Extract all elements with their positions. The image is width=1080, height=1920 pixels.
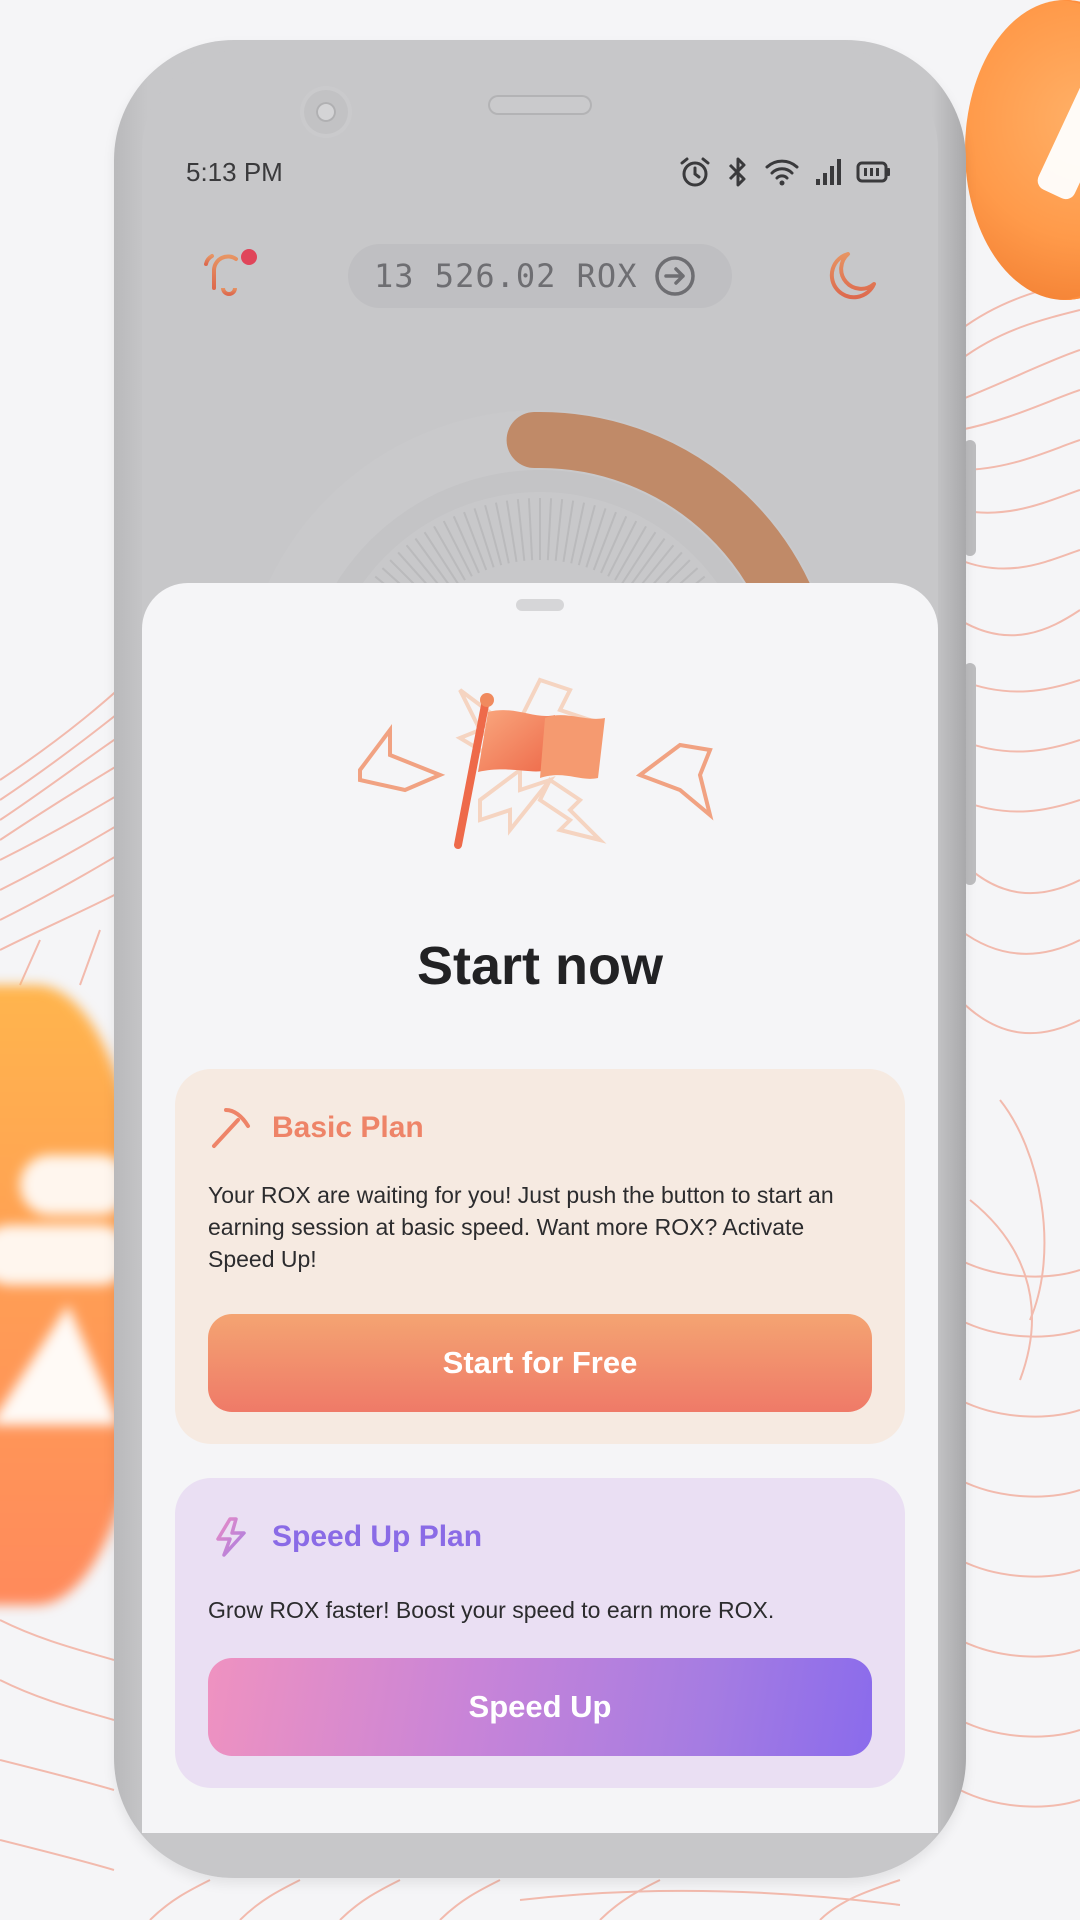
- arrow-right-circle-icon: [655, 256, 696, 296]
- flag-illustration: [358, 677, 714, 849]
- bluetooth-icon: [728, 157, 746, 187]
- signal-icon: [816, 159, 841, 185]
- lightning-left-icon: [358, 724, 446, 793]
- moon-icon: [829, 252, 876, 300]
- sheet-drag-handle[interactable]: [516, 599, 564, 611]
- lightning-icon: [216, 1517, 246, 1557]
- sheet-title: Start now: [416, 936, 663, 996]
- lightning-right-icon: [635, 742, 714, 821]
- balance-value: 13 526.02 ROX: [374, 257, 638, 295]
- unread-dot: [241, 249, 257, 265]
- pickaxe-icon: [212, 1108, 250, 1148]
- notifications-button[interactable]: [198, 244, 260, 306]
- speed-up-plan-card: Speed Up Plan Grow ROX faster! Boost you…: [175, 1478, 905, 1788]
- balance-pill[interactable]: 13 526.02 ROX: [348, 244, 732, 308]
- basic-plan-card: Basic Plan Your ROX are waiting for you!…: [175, 1069, 905, 1444]
- theme-toggle-button[interactable]: [818, 244, 882, 308]
- earpiece-speaker: [488, 95, 592, 115]
- lightning-outline-icon: [537, 777, 607, 844]
- wifi-icon: [765, 159, 799, 186]
- status-icons: [678, 155, 892, 189]
- alarm-icon: [680, 157, 710, 187]
- status-time: 5:13 PM: [186, 157, 283, 187]
- front-camera: [304, 90, 348, 134]
- speed-up-button[interactable]: Speed Up: [208, 1658, 872, 1756]
- basic-plan-description: Your ROX are waiting for you! Just push …: [208, 1182, 834, 1272]
- speed-up-plan-title: Speed Up Plan: [272, 1520, 483, 1553]
- basic-plan-title: Basic Plan: [272, 1111, 424, 1144]
- start-for-free-button[interactable]: Start for Free: [208, 1314, 872, 1412]
- speed-up-plan-description: Grow ROX faster! Boost your speed to ear…: [208, 1597, 775, 1623]
- battery-icon: [856, 161, 890, 183]
